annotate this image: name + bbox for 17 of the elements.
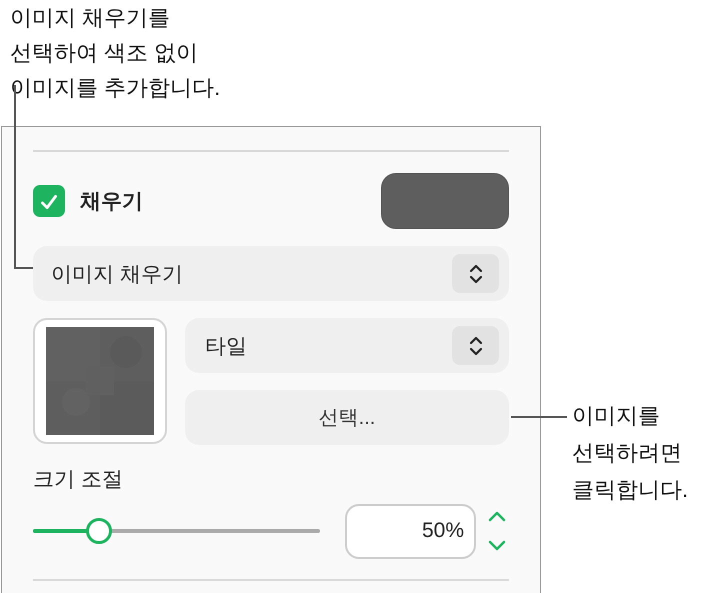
scale-slider[interactable] (33, 518, 320, 544)
stepper-icon[interactable] (487, 509, 507, 553)
color-well[interactable] (381, 173, 509, 229)
scale-field[interactable]: 50% (345, 504, 476, 558)
fill-label: 채우기 (80, 189, 144, 215)
leader-line (511, 416, 567, 418)
callout-text: 이미지를 선택하려면 클릭합니다. (572, 402, 688, 504)
choose-button[interactable]: 선택... (185, 390, 509, 445)
fill-type-popup[interactable]: 이미지 채우기 (33, 246, 509, 301)
callout-text: 이미지 채우기를 선택하여 색조 없이 이미지를 추가합니다. (10, 4, 220, 102)
chevron-icon (452, 254, 499, 293)
chevron-icon (452, 326, 499, 365)
checkbox[interactable] (33, 185, 65, 217)
image-well[interactable] (33, 318, 167, 444)
scale-label: 크기 조절 (33, 467, 123, 493)
slider-thumb[interactable] (86, 518, 112, 544)
tile-popup[interactable]: 타일 (185, 318, 509, 373)
